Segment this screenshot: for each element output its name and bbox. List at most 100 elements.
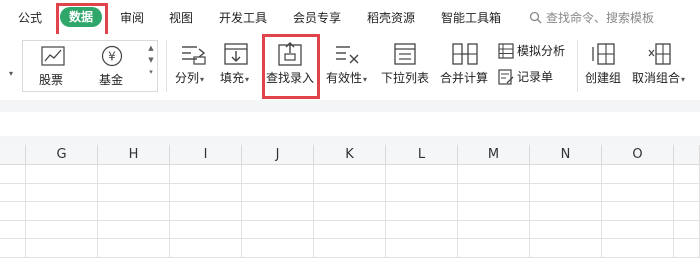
grid-cell[interactable]: [602, 220, 674, 240]
validity-button[interactable]: 有效性▾: [326, 70, 367, 88]
grid-cell[interactable]: [26, 239, 98, 258]
record-form-icon: [498, 69, 514, 85]
column-header-h[interactable]: H: [98, 145, 170, 165]
grid-cell[interactable]: [0, 183, 26, 203]
grid-cell[interactable]: [674, 183, 700, 203]
tab-member[interactable]: 会员专享: [293, 9, 341, 27]
fill-button[interactable]: 填充▾: [220, 70, 249, 88]
grid-cell[interactable]: [602, 239, 674, 258]
grid-cell[interactable]: [170, 183, 242, 203]
grid-cell[interactable]: [98, 183, 170, 203]
grid-cell[interactable]: [530, 239, 602, 258]
tab-formula[interactable]: 公式: [18, 9, 42, 27]
fund-button[interactable]: 基金: [99, 71, 123, 88]
grid-cell[interactable]: [170, 202, 242, 221]
grid-cell[interactable]: [26, 183, 98, 203]
grid-cell[interactable]: [674, 239, 700, 258]
grid-cell[interactable]: [458, 239, 530, 258]
column-header-g[interactable]: G: [26, 145, 98, 165]
ribbon-tab-bar: 公式 数据 审阅 视图 开发工具 会员专享 稻壳资源 智能工具箱 查找命令、搜索…: [0, 0, 700, 39]
grid-cell[interactable]: [458, 165, 530, 184]
grid-cell[interactable]: [98, 202, 170, 221]
merge-calc-button[interactable]: 合并计算: [440, 70, 488, 86]
grid-cell[interactable]: [242, 220, 314, 240]
grid-cell[interactable]: [170, 165, 242, 184]
column-header-n[interactable]: N: [530, 145, 602, 165]
grid-cell[interactable]: [386, 183, 458, 203]
tab-developer-tools[interactable]: 开发工具: [219, 9, 267, 27]
tab-review[interactable]: 审阅: [120, 9, 144, 27]
tab-docer-resources[interactable]: 稻壳资源: [367, 9, 415, 27]
grid-cell[interactable]: [602, 165, 674, 184]
grid-cell[interactable]: [674, 220, 700, 240]
grid-cell[interactable]: [530, 220, 602, 240]
divider: [166, 40, 167, 92]
grid-cell[interactable]: [98, 239, 170, 258]
grid-cell[interactable]: [530, 202, 602, 221]
simulate-analysis-button[interactable]: 模拟分析: [517, 43, 565, 59]
grid-cell[interactable]: [602, 202, 674, 221]
grid-cell[interactable]: [0, 220, 26, 240]
grid-cell[interactable]: [602, 183, 674, 203]
search-placeholder: 查找命令、搜索模板: [546, 11, 655, 25]
grid-cell[interactable]: [314, 202, 386, 221]
grid-cell[interactable]: [314, 220, 386, 240]
merge-calc-icon: [452, 43, 478, 65]
column-header-k[interactable]: K: [314, 145, 386, 165]
grid-cell[interactable]: [26, 165, 98, 184]
fund-yen-icon: ¥: [101, 45, 123, 67]
grid-cell[interactable]: [170, 220, 242, 240]
grid-cell[interactable]: [674, 202, 700, 221]
split-columns-icon: [182, 46, 206, 65]
grid-cell[interactable]: [386, 165, 458, 184]
grid-cell[interactable]: [314, 165, 386, 184]
grid-cell[interactable]: [458, 220, 530, 240]
grid-cell[interactable]: [170, 239, 242, 258]
grid-cell[interactable]: [458, 202, 530, 221]
grid-cell[interactable]: [242, 165, 314, 184]
create-group-button[interactable]: 创建组: [585, 70, 621, 86]
grid-cell[interactable]: [0, 202, 26, 221]
gallery-left-arrow-icon[interactable]: ▾: [9, 69, 13, 78]
grid-cell[interactable]: [530, 165, 602, 184]
grid-cell[interactable]: [0, 165, 26, 184]
grid-cell[interactable]: [458, 183, 530, 203]
grid-cell[interactable]: [98, 220, 170, 240]
grid-cell[interactable]: [26, 220, 98, 240]
search-command-box[interactable]: 查找命令、搜索模板: [529, 9, 654, 26]
grid-cell[interactable]: [386, 202, 458, 221]
stock-button[interactable]: 股票: [39, 71, 63, 88]
grid-cell[interactable]: [242, 202, 314, 221]
column-header-o[interactable]: O: [602, 145, 674, 165]
grid-cell[interactable]: [530, 183, 602, 203]
grid-cell[interactable]: [386, 239, 458, 258]
column-header-l[interactable]: L: [386, 145, 458, 165]
grid-cell[interactable]: [0, 239, 26, 258]
grid-cell[interactable]: [386, 220, 458, 240]
grid-cell[interactable]: [242, 239, 314, 258]
record-form-button[interactable]: 记录单: [517, 69, 553, 85]
tab-view[interactable]: 视图: [169, 9, 193, 27]
grid-cell[interactable]: [98, 165, 170, 184]
column-header-m[interactable]: M: [458, 145, 530, 165]
column-header-partial[interactable]: [0, 145, 26, 165]
dropdown-list-button[interactable]: 下拉列表: [381, 70, 429, 86]
simulate-analysis-icon: [498, 43, 514, 59]
expand-gallery-icon[interactable]: ▾: [145, 66, 157, 78]
grid-cell[interactable]: [674, 165, 700, 184]
grid-cell[interactable]: [314, 183, 386, 203]
formula-bar[interactable]: [0, 112, 700, 137]
column-header-j[interactable]: J: [242, 145, 314, 165]
scroll-down-icon[interactable]: ▼: [145, 54, 157, 66]
column-header-partial[interactable]: [674, 145, 700, 165]
tab-smart-toolbox[interactable]: 智能工具箱: [441, 9, 501, 27]
lookup-entry-button[interactable]: 查找录入: [266, 70, 314, 86]
ungroup-button[interactable]: 取消组合▾: [632, 70, 698, 88]
split-columns-button[interactable]: 分列▾: [175, 70, 204, 88]
column-header-i[interactable]: I: [170, 145, 242, 165]
scroll-up-icon[interactable]: ▲: [145, 42, 157, 54]
gallery-scroller[interactable]: ▲ ▼ ▾: [145, 42, 157, 78]
grid-cell[interactable]: [314, 239, 386, 258]
grid-cell[interactable]: [242, 183, 314, 203]
grid-cell[interactable]: [26, 202, 98, 221]
